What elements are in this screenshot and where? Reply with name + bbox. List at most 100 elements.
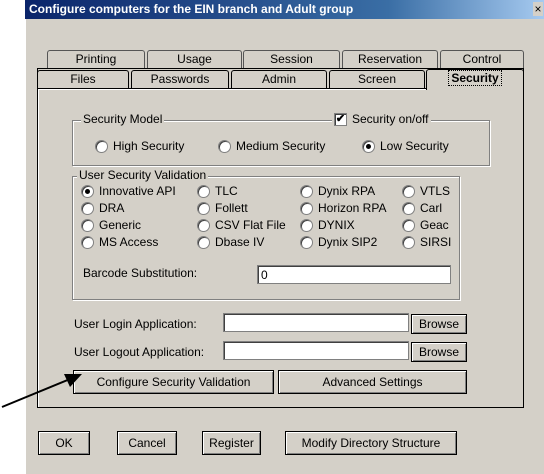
radio-label: CSV Flat File: [215, 218, 286, 232]
tab-label: Passwords: [150, 72, 210, 86]
radio-vtls[interactable]: VTLS: [402, 184, 450, 198]
radio-generic[interactable]: Generic: [81, 218, 141, 232]
radio-label: Follett: [215, 201, 248, 215]
radio-icon: [218, 139, 231, 153]
radio-icon: [197, 201, 210, 215]
user-logout-input[interactable]: [223, 341, 409, 360]
radio-icon: [402, 218, 415, 232]
register-button[interactable]: Register: [202, 431, 261, 455]
radio-icon: [95, 139, 108, 153]
radio-horizon-rpa[interactable]: Horizon RPA: [300, 201, 386, 215]
user-logout-label: User Logout Application:: [74, 345, 205, 359]
barcode-substitution-label: Barcode Substitution:: [83, 266, 198, 280]
radio-ms-access[interactable]: MS Access: [81, 235, 158, 249]
radio-label: Innovative API: [99, 184, 176, 198]
tab-printing[interactable]: Printing: [47, 50, 145, 69]
radio-icon: [81, 235, 94, 249]
radio-selected-icon: [81, 184, 94, 198]
security-tab-panel: Security Model ✔ Security on/off High Se…: [37, 88, 524, 408]
advanced-settings-button[interactable]: Advanced Settings: [278, 370, 467, 394]
radio-dynix-sip2[interactable]: Dynix SIP2: [300, 235, 377, 249]
tab-control[interactable]: Control: [440, 50, 524, 69]
tab-label: Printing: [75, 52, 117, 66]
configure-security-validation-button[interactable]: Configure Security Validation: [73, 370, 274, 394]
radio-label: Low Security: [380, 139, 449, 153]
radio-label: SIRSI: [420, 235, 452, 249]
radio-label: DRA: [99, 201, 125, 215]
radio-icon: [197, 218, 210, 232]
modify-directory-structure-button[interactable]: Modify Directory Structure: [285, 431, 457, 455]
tab-usage[interactable]: Usage: [147, 50, 242, 69]
radio-icon: [402, 201, 415, 215]
security-toggle-label: Security on/off: [352, 112, 429, 126]
close-icon[interactable]: ×: [533, 2, 543, 16]
radio-label: High Security: [113, 139, 185, 153]
radio-icon: [81, 218, 94, 232]
radio-geac[interactable]: Geac: [402, 218, 449, 232]
radio-high-security[interactable]: High Security: [95, 139, 184, 153]
tab-admin[interactable]: Admin: [231, 70, 327, 89]
ok-button[interactable]: OK: [38, 431, 90, 455]
radio-label: Dbase IV: [215, 235, 265, 249]
tab-files[interactable]: Files: [37, 70, 129, 89]
user-login-input[interactable]: [223, 313, 409, 332]
logout-browse-button[interactable]: Browse: [411, 342, 467, 362]
tab-label: Security: [448, 70, 502, 86]
radio-icon: [402, 184, 415, 198]
tab-label: Files: [70, 72, 96, 86]
user-login-label: User Login Application:: [74, 317, 197, 331]
radio-label: Carl: [420, 201, 443, 215]
radio-selected-icon: [362, 139, 375, 153]
checkmark-icon: ✔: [334, 112, 347, 126]
radio-tlc[interactable]: TLC: [197, 184, 238, 198]
radio-label: TLC: [215, 184, 238, 198]
radio-label: Medium Security: [236, 139, 326, 153]
pointer-arrow-icon: [1, 374, 82, 408]
radio-dynix[interactable]: DYNIX: [300, 218, 355, 232]
radio-csv-flat-file[interactable]: CSV Flat File: [197, 218, 286, 232]
radio-icon: [300, 201, 313, 215]
tab-label: Reservation: [357, 52, 423, 66]
tab-label: Admin: [261, 72, 296, 86]
radio-dra[interactable]: DRA: [81, 201, 124, 215]
radio-innovative-api[interactable]: Innovative API: [81, 184, 176, 198]
security-model-legend: Security Model: [81, 112, 165, 126]
radio-icon: [300, 235, 313, 249]
radio-label: Dynix SIP2: [318, 235, 378, 249]
radio-label: Dynix RPA: [318, 184, 376, 198]
radio-icon: [402, 235, 415, 249]
radio-icon: [197, 235, 210, 249]
radio-label: MS Access: [99, 235, 159, 249]
radio-low-security[interactable]: Low Security: [362, 139, 449, 153]
radio-sirsi[interactable]: SIRSI: [402, 235, 451, 249]
radio-label: Generic: [99, 218, 142, 232]
radio-dynix-rpa[interactable]: Dynix RPA: [300, 184, 375, 198]
tab-label: Session: [270, 52, 313, 66]
tab-security[interactable]: Security: [426, 69, 524, 90]
radio-label: VTLS: [420, 184, 451, 198]
radio-medium-security[interactable]: Medium Security: [218, 139, 325, 153]
radio-label: Geac: [420, 218, 449, 232]
radio-carl[interactable]: Carl: [402, 201, 442, 215]
validation-legend: User Security Validation: [77, 168, 209, 182]
tab-session[interactable]: Session: [243, 50, 340, 69]
tab-label: Usage: [177, 52, 212, 66]
window-title: Configure computers for the EIN branch a…: [29, 2, 354, 16]
radio-follett[interactable]: Follett: [197, 201, 248, 215]
barcode-substitution-input[interactable]: 0: [257, 265, 451, 284]
tab-screen[interactable]: Screen: [329, 70, 425, 89]
radio-dbase-iv[interactable]: Dbase IV: [197, 235, 264, 249]
radio-label: Horizon RPA: [318, 201, 387, 215]
tab-reservation[interactable]: Reservation: [342, 50, 438, 69]
security-model-group: Security Model ✔ Security on/off High Se…: [72, 112, 490, 166]
radio-icon: [81, 201, 94, 215]
security-toggle-checkbox[interactable]: ✔ Security on/off: [332, 112, 431, 126]
radio-icon: [300, 218, 313, 232]
login-browse-button[interactable]: Browse: [411, 314, 467, 334]
radio-icon: [197, 184, 210, 198]
tab-label: Screen: [357, 72, 397, 86]
radio-icon: [300, 184, 313, 198]
cancel-button[interactable]: Cancel: [117, 431, 177, 455]
tab-passwords[interactable]: Passwords: [131, 70, 229, 89]
user-security-validation-group: User Security Validation Innovative API …: [72, 168, 460, 300]
